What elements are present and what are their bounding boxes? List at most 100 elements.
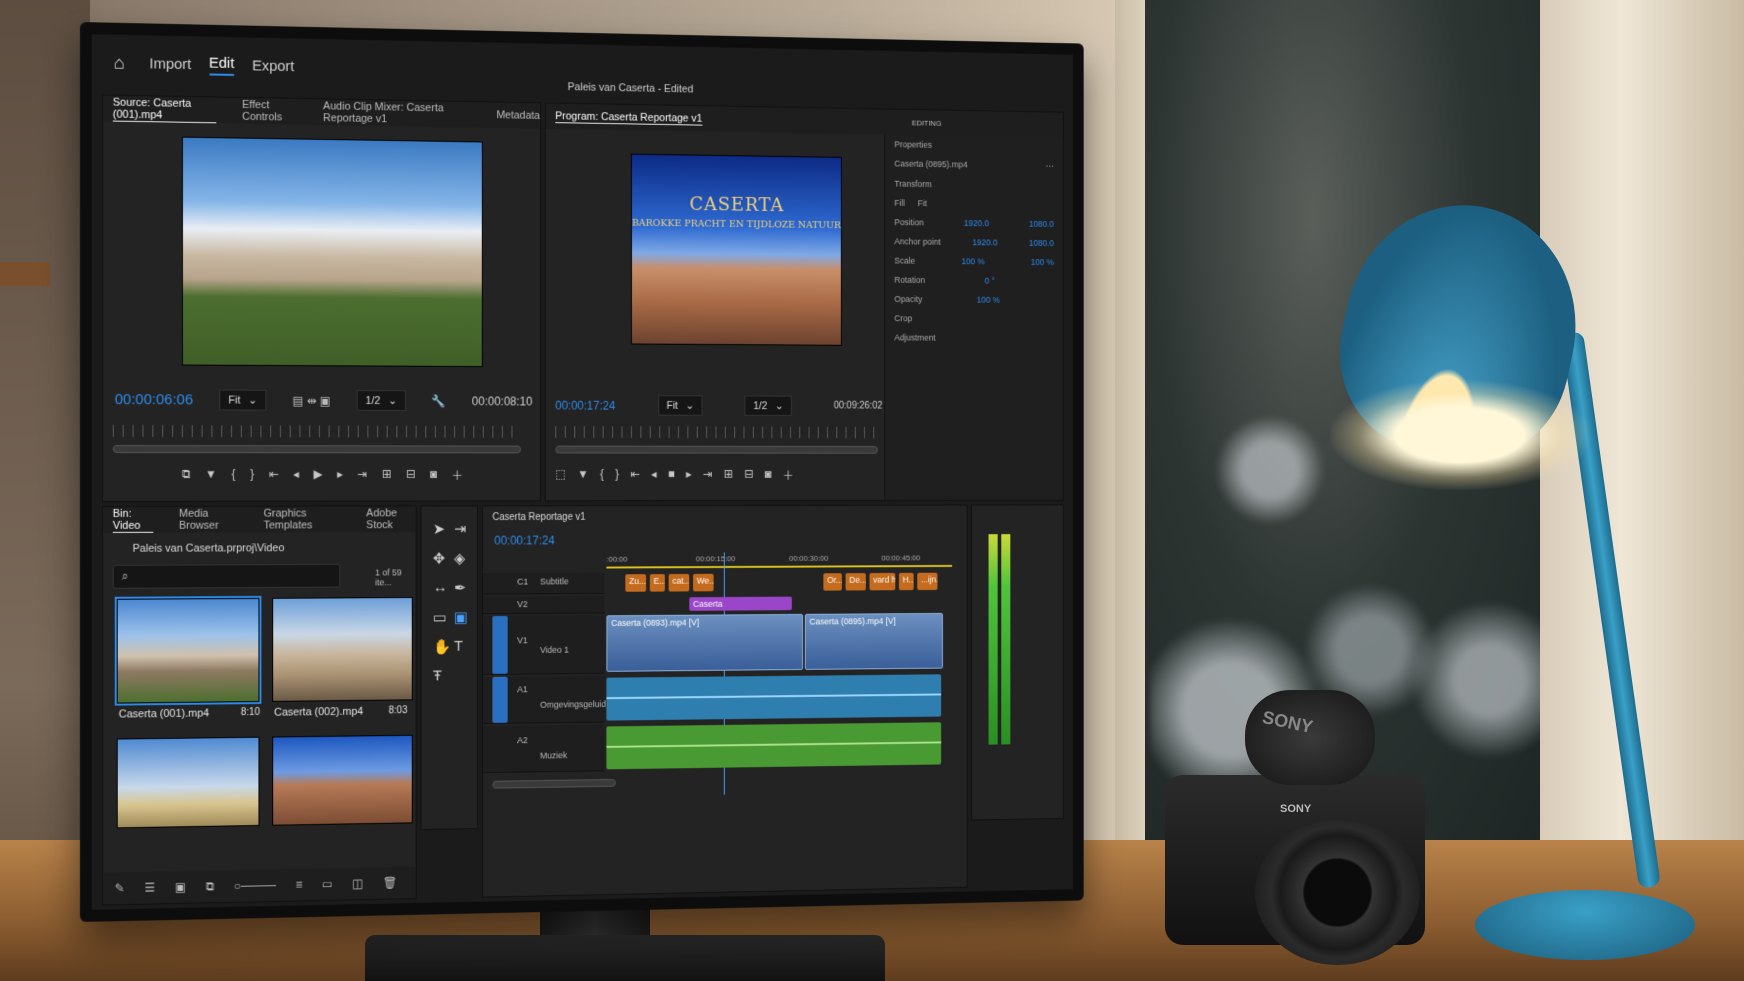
bin-item[interactable]: [114, 595, 262, 706]
source-frame[interactable]: [181, 136, 483, 368]
in-point-icon[interactable]: {: [232, 467, 236, 484]
video-clip[interactable]: Caserta (0895).mp4 [V]: [804, 612, 943, 670]
program-time-ruler[interactable]: [555, 426, 878, 439]
tab-effect-controls[interactable]: Effect Controls: [242, 99, 298, 124]
track-target-v1[interactable]: [492, 615, 508, 674]
new-bin-icon[interactable]: ▭: [322, 877, 333, 891]
fit-button[interactable]: Fit: [918, 198, 927, 208]
property-value[interactable]: 100 %: [961, 256, 984, 266]
type-select-icon[interactable]: ▣: [454, 608, 468, 626]
source-fit-select[interactable]: Fit ⌄: [219, 389, 267, 411]
tab-source[interactable]: Source: Caserta (001).mp4: [112, 96, 217, 123]
bin-search-input[interactable]: ⌕: [112, 563, 341, 589]
slip-tool-icon[interactable]: ↔: [433, 579, 447, 596]
program-zoom-scrollbar[interactable]: [555, 445, 878, 454]
track-select-icon[interactable]: ⇥: [454, 520, 466, 538]
go-to-out-icon[interactable]: ⇥: [358, 467, 368, 484]
icon-view-icon[interactable]: ▣: [175, 880, 186, 894]
property-value[interactable]: 0 °: [985, 276, 995, 286]
property-value-2[interactable]: 1080.0: [1029, 238, 1054, 248]
step-forward-icon[interactable]: ▸: [686, 467, 692, 484]
freeform-view-icon[interactable]: ⧉: [206, 879, 214, 894]
subtitle-clip[interactable]: H...: [898, 572, 914, 591]
menu-import[interactable]: Import: [149, 55, 191, 73]
ripple-edit-icon[interactable]: ✥: [433, 550, 445, 568]
step-forward-icon[interactable]: ▸: [337, 467, 343, 484]
fill-button[interactable]: Fill: [894, 198, 905, 208]
tab-bin-video[interactable]: Bin: Video: [112, 507, 154, 533]
audio-clip[interactable]: [606, 674, 942, 721]
type-tool-icon[interactable]: T: [454, 638, 463, 655]
subtitle-clip[interactable]: Or...: [823, 573, 842, 591]
subtitle-clip[interactable]: Zu...: [625, 574, 647, 592]
source-resolution-select[interactable]: 1/2 ⌄: [356, 390, 406, 411]
tab-adobe-stock[interactable]: Adobe Stock: [366, 507, 415, 531]
camera-icon[interactable]: ◙: [430, 467, 437, 484]
trash-icon[interactable]: 🗑: [383, 876, 398, 890]
pencil-icon[interactable]: ✎: [115, 881, 125, 895]
more-icon[interactable]: ⋯: [1046, 161, 1054, 172]
selection-tool-icon[interactable]: ➤: [433, 520, 445, 538]
timeline-timecode[interactable]: 00:00:17:24: [494, 534, 554, 548]
overwrite-icon[interactable]: ⊟: [406, 467, 416, 484]
extract-icon[interactable]: ⊟: [744, 467, 753, 483]
property-value[interactable]: 100 %: [977, 295, 1000, 305]
lift-icon[interactable]: ⊞: [724, 467, 733, 483]
track-target-a1[interactable]: [492, 676, 508, 723]
zoom-slider[interactable]: ○———: [234, 878, 276, 893]
play-icon[interactable]: ▶: [314, 467, 323, 484]
track-header-v2[interactable]: V2: [482, 595, 605, 615]
music-clip[interactable]: [606, 722, 942, 770]
step-back-icon[interactable]: ◂: [293, 467, 299, 484]
subtitle-clip[interactable]: E...: [649, 574, 665, 592]
timeline-ruler[interactable]: :00:00 00:00:15:00 00:00:30:00 00:00:45:…: [606, 553, 953, 569]
timeline-scrollbar[interactable]: [492, 778, 616, 789]
razor-icon[interactable]: ◈: [454, 550, 465, 568]
subtitle-clip[interactable]: vard hi...: [869, 572, 896, 591]
bin-item[interactable]: [272, 596, 413, 702]
program-resolution-select[interactable]: 1/2 ⌄: [744, 395, 792, 416]
insert-icon[interactable]: ⊞: [382, 467, 392, 484]
tab-graphics-templates[interactable]: Graphics Templates: [264, 508, 342, 532]
tab-audio-clip-mixer[interactable]: Audio Clip Mixer: Caserta Reportage v1: [323, 100, 471, 126]
hand-tool-icon[interactable]: ✋: [433, 638, 451, 656]
crop-section[interactable]: Crop: [885, 309, 1063, 330]
new-item-icon[interactable]: ◫: [352, 876, 363, 890]
track-header-c1[interactable]: Subtitle C1: [482, 572, 605, 595]
property-value[interactable]: 1920.0: [972, 237, 997, 247]
property-value[interactable]: 1920.0: [964, 218, 989, 228]
in-point-icon[interactable]: {: [600, 467, 604, 484]
caption-tool-icon[interactable]: Ŧ: [433, 668, 442, 685]
menu-export[interactable]: Export: [252, 57, 294, 75]
marker-icon[interactable]: ▼: [205, 467, 217, 484]
rectangle-tool-icon[interactable]: ▭: [433, 609, 447, 627]
tab-media-browser[interactable]: Media Browser: [179, 508, 238, 532]
export-frame-icon[interactable]: ▤ ⇹ ▣: [292, 393, 330, 407]
adjustment-row[interactable]: Adjustment: [885, 328, 1063, 348]
bin-item[interactable]: [116, 736, 260, 829]
subtitle-clip[interactable]: ...ijn...: [917, 572, 938, 591]
program-frame[interactable]: [630, 153, 842, 346]
source-time-ruler[interactable]: [112, 425, 522, 438]
list-view-icon[interactable]: ☰: [145, 881, 156, 895]
step-back-icon[interactable]: ◂: [651, 467, 657, 484]
graphic-clip[interactable]: Caserta: [689, 596, 792, 611]
menu-edit[interactable]: Edit: [209, 54, 235, 76]
tab-metadata[interactable]: Metadata: [496, 109, 540, 122]
transform-section[interactable]: Transform: [885, 174, 1063, 196]
property-value-2[interactable]: 1080.0: [1029, 219, 1054, 229]
tab-program[interactable]: Program: Caserta Reportage v1: [555, 109, 703, 126]
sequence-tab[interactable]: Caserta Reportage v1: [492, 512, 585, 523]
track-header-a2[interactable]: Muziek A2: [482, 724, 605, 774]
track-header-v1[interactable]: Video 1 V1: [482, 615, 605, 676]
camera-icon[interactable]: ◙: [765, 467, 772, 483]
source-timecode[interactable]: 00:00:06:06: [115, 391, 193, 408]
pen-tool-icon[interactable]: ✒: [454, 579, 466, 597]
mark-in-icon[interactable]: ⧉: [182, 467, 190, 484]
stop-icon[interactable]: ■: [668, 467, 675, 484]
go-to-in-icon[interactable]: ⇤: [630, 467, 639, 484]
program-fit-select[interactable]: Fit ⌄: [657, 395, 703, 416]
go-to-out-icon[interactable]: ⇥: [703, 467, 712, 483]
video-clip[interactable]: Caserta (0893).mp4 [V]: [606, 613, 804, 672]
subtitle-clip[interactable]: De...: [845, 573, 866, 591]
